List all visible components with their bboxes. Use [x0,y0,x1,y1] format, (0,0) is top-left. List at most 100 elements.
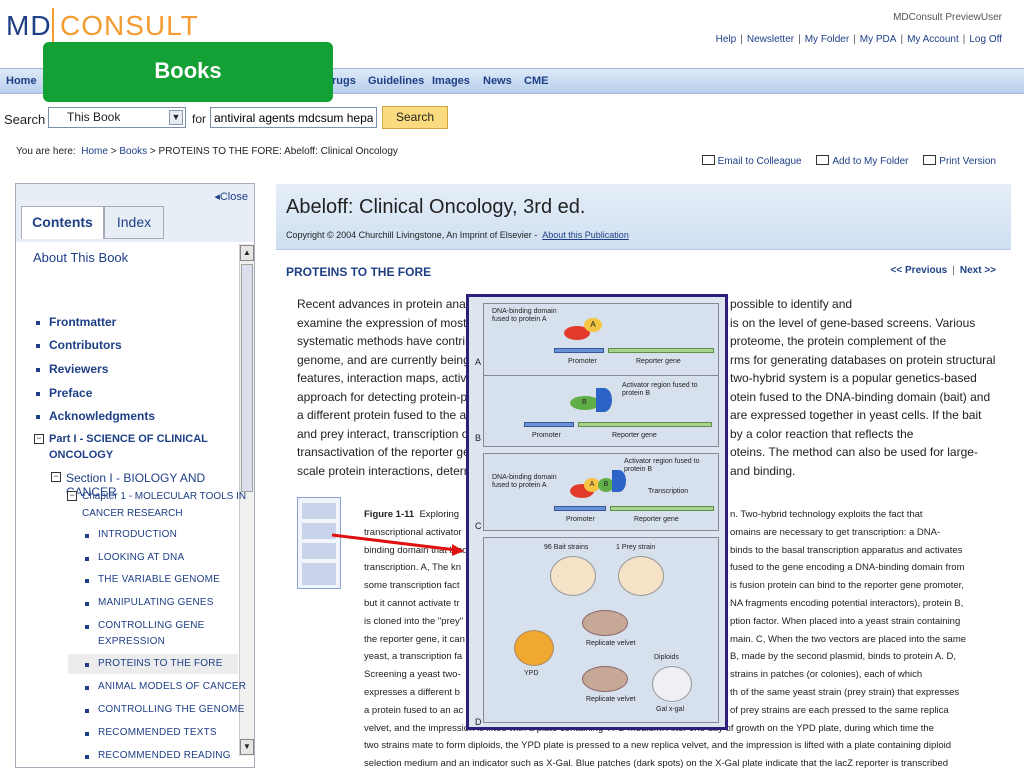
toc-part-1[interactable]: Part I - SCIENCE OF CLINICAL [49,433,208,445]
toc-contributors[interactable]: Contributors [49,338,122,352]
toc-preface[interactable]: Preface [49,386,92,400]
caption-line-left: yeast, a transcription fa [364,651,463,663]
toc-reviewers[interactable]: Reviewers [49,362,108,376]
activator-region-icon [596,388,612,412]
publication-copyright: Copyright © 2004 Churchill Livingstone, … [286,230,629,240]
next-link[interactable]: Next >> [960,265,996,276]
toc-introduction[interactable]: INTRODUCTION [98,529,177,540]
scrollbar-thumb[interactable] [241,264,253,492]
toc-recommended-texts[interactable]: RECOMMENDED TEXTS [98,727,217,738]
toc-controlling-gene[interactable]: CONTROLLING GENE [98,620,205,631]
caption-line-left: Screening a yeast two- [364,669,461,681]
chevron-down-icon[interactable]: ▼ [169,110,183,125]
caption-line-right: main. C, When the two vectors are placed… [730,633,967,645]
previous-link[interactable]: << Previous [891,265,948,276]
label-promoter: Promoter [566,516,595,523]
collapse-icon[interactable]: − [67,491,77,501]
search-label: Search [4,112,46,127]
collapse-icon[interactable]: − [51,472,61,482]
toc-controlling-genome[interactable]: CONTROLLING THE GENOME [98,704,244,715]
about-publication-link[interactable]: About this Publication [542,230,629,240]
add-to-folder-link[interactable]: Add to My Folder [816,155,909,167]
bullet-icon [36,415,40,419]
toc-proteins-to-the-fore[interactable]: PROTEINS TO THE FORE [98,658,223,669]
bait-plate-icon [550,556,596,596]
label-replicate-velvet: Replicate velvet [586,640,636,647]
nav-cme[interactable]: CME [524,75,548,87]
paragraph-line-right: oteins. The method can also be used for … [730,445,978,459]
newsletter-link[interactable]: Newsletter [747,34,794,45]
my-pda-link[interactable]: My PDA [860,34,897,45]
toc-part-1-cont[interactable]: ONCOLOGY [49,449,113,461]
paragraph-line-right: possible to identify and [730,297,853,311]
bullet-icon [36,368,40,372]
logo-md[interactable]: MD [6,10,52,42]
my-folder-link[interactable]: My Folder [805,34,849,45]
breadcrumb-current: PROTEINS TO THE FORE: Abeloff: Clinical … [158,146,398,157]
nav-guidelines[interactable]: Guidelines [368,75,424,87]
my-account-link[interactable]: My Account [907,34,959,45]
label-dbd-a: DNA-binding domain fused to protein A [492,474,557,489]
toc-chapter-1[interactable]: Chapter 1 - MOLECULAR TOOLS IN [82,491,246,502]
label-promoter: Promoter [568,358,597,365]
caption-line-left: the reporter gene, it can [364,633,465,645]
breadcrumb-books[interactable]: Books [119,146,147,157]
toc-animal-models[interactable]: ANIMAL MODELS OF CANCER [98,681,246,692]
email-to-colleague-link[interactable]: Email to Colleague [701,155,802,167]
bullet-icon [85,663,89,667]
caption-line-right: strains in patches (or colonies), each o… [730,669,923,681]
toc-frontmatter[interactable]: Frontmatter [49,315,116,329]
collapse-icon[interactable]: − [34,434,44,444]
close-sidebar-link[interactable]: ◂Close [214,190,248,203]
nav-news[interactable]: News [483,75,512,87]
toc-recommended-reading[interactable]: RECOMMENDED READING [98,750,231,761]
search-button[interactable]: Search [382,106,448,129]
promoter-bar [554,348,604,353]
about-this-book-link[interactable]: About This Book [33,250,128,265]
search-input[interactable] [210,107,377,128]
label-reporter: Reporter gene [636,358,681,365]
toc-chapter-1-cont[interactable]: CANCER RESEARCH [82,508,183,519]
bullet-icon [85,557,89,561]
printer-icon [923,155,937,165]
figure-panel-a: DNA-binding domain fused to protein A A … [483,303,719,377]
top-links: Help | Newsletter | My Folder | My PDA | My Acco… [715,34,1002,45]
caption-line-left: is cloned into the "prey" [364,615,464,627]
caption-line-right: is fusion protein can bind to the report… [730,580,964,592]
red-arrow-icon [331,533,464,556]
paragraph-line-left: genome, and are currently being [297,352,470,367]
envelope-icon [701,155,715,165]
breadcrumb-home[interactable]: Home [81,146,108,157]
nav-drugs[interactable]: rugs [332,75,356,87]
nav-images[interactable]: Images [432,75,470,87]
label-reporter: Reporter gene [634,516,679,523]
toc-variable-genome[interactable]: THE VARIABLE GENOME [98,574,220,585]
help-link[interactable]: Help [716,34,737,45]
paragraph-line-left: examine the expression of most [297,315,467,330]
caption-line-right: of prey strains are each pressed to the … [730,704,949,716]
toc-manipulating-genes[interactable]: MANIPULATING GENES [98,597,214,608]
log-off-link[interactable]: Log Off [969,34,1002,45]
caption-line-right: binds to the basal transcription apparat… [730,544,963,556]
paragraph-line-left: Recent advances in protein analy [297,297,472,311]
tab-contents[interactable]: Contents [21,206,104,239]
logo-consult[interactable]: CONSULT [60,10,199,42]
promoter-bar [524,422,574,427]
figure-popup[interactable]: DNA-binding domain fused to protein A A … [466,294,728,730]
scroll-down-icon[interactable]: ▼ [240,739,254,755]
bullet-icon [85,579,89,583]
search-scope-select[interactable]: This Book ▼ [48,107,186,128]
toc-acknowledgments[interactable]: Acknowledgments [49,409,155,423]
xgal-plate-icon [652,666,692,702]
tab-index[interactable]: Index [104,206,164,239]
publication-title: Abeloff: Clinical Oncology, 3rd ed. [286,196,586,218]
books-overlay-button[interactable]: Books [43,42,333,102]
paragraph-line-left: systematic methods have contril [297,334,468,348]
toc-looking-at-dna[interactable]: LOOKING AT DNA [98,552,184,563]
scroll-up-icon[interactable]: ▲ [240,245,254,261]
label-activator: Activator region fused to protein B [622,382,698,397]
nav-home[interactable]: Home [6,75,37,87]
paragraph-line-right: otein fused to the DNA-binding domain (b… [730,389,991,404]
print-version-link[interactable]: Print Version [923,155,996,167]
toc-controlling-gene-cont[interactable]: EXPRESSION [98,636,165,647]
